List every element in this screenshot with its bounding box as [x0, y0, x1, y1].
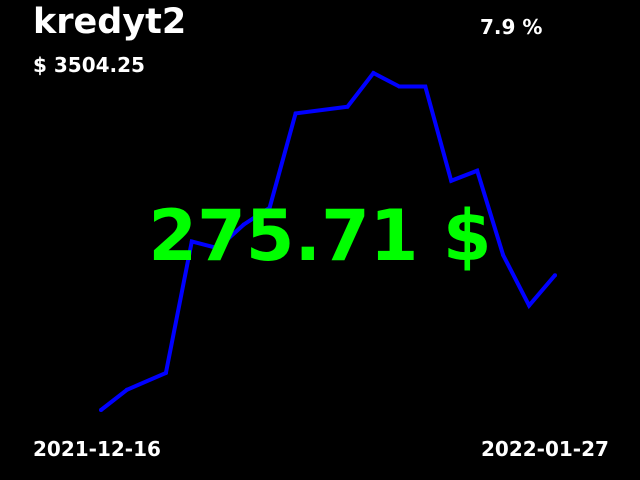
data-point	[449, 178, 454, 183]
data-point	[293, 111, 298, 116]
data-point	[124, 387, 129, 392]
percent-change: 7.9 %	[480, 15, 543, 39]
end-date-label: 2022-01-27	[481, 437, 609, 461]
data-point	[475, 168, 480, 173]
data-point	[527, 303, 532, 308]
start-date-label: 2021-12-16	[33, 437, 161, 461]
total-amount: $ 3504.25	[33, 53, 145, 77]
current-value: 275.71 $	[148, 195, 492, 277]
chart-title: kredyt2	[33, 2, 187, 42]
chart-panel: kredyt2 7.9 % $ 3504.25 275.71 $ 2021-12…	[0, 0, 640, 480]
data-point	[371, 71, 376, 75]
data-point	[99, 408, 103, 412]
data-point	[397, 84, 402, 89]
data-point	[423, 84, 428, 89]
data-point	[163, 370, 168, 375]
data-point	[345, 104, 350, 109]
